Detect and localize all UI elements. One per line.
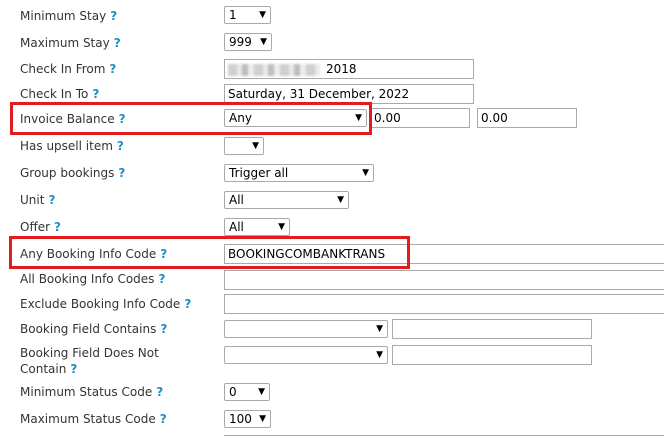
- help-icon[interactable]: ?: [109, 62, 116, 76]
- check-in-to-label: Check In To?: [20, 87, 100, 101]
- dropdown-arrow-icon: ▼: [259, 414, 266, 424]
- help-icon[interactable]: ?: [118, 166, 125, 180]
- has-upsell-item-select[interactable]: ▼: [224, 137, 264, 155]
- help-icon[interactable]: ?: [117, 139, 124, 153]
- check-in-from-label: Check In From?: [20, 62, 117, 76]
- help-icon[interactable]: ?: [160, 322, 167, 336]
- minimum-stay-select[interactable]: 1 ▼: [224, 6, 271, 24]
- minimum-status-code-select[interactable]: 0 ▼: [224, 383, 270, 401]
- invoice-balance-select[interactable]: Any ▼: [224, 109, 367, 127]
- exclude-booking-info-code-input[interactable]: [224, 294, 664, 314]
- help-icon[interactable]: ?: [119, 112, 126, 126]
- unit-select[interactable]: All ▼: [224, 191, 349, 209]
- invoice-balance-max-input[interactable]: 0.00: [477, 108, 577, 128]
- invoice-balance-label: Invoice Balance?: [20, 112, 126, 126]
- has-upsell-item-label: Has upsell item?: [20, 139, 124, 153]
- invoice-balance-min-input[interactable]: 0.00: [370, 108, 470, 128]
- booking-field-contains-select[interactable]: ▼: [224, 320, 388, 338]
- dropdown-arrow-icon: ▼: [355, 113, 362, 123]
- help-icon[interactable]: ?: [114, 36, 121, 50]
- help-icon[interactable]: ?: [48, 193, 55, 207]
- maximum-stay-select[interactable]: 999 ▼: [224, 33, 272, 51]
- exclude-booking-info-code-label: Exclude Booking Info Code?: [20, 297, 192, 311]
- help-icon[interactable]: ?: [54, 220, 61, 234]
- booking-field-does-not-contain-input[interactable]: [392, 345, 592, 365]
- dropdown-arrow-icon: ▼: [278, 222, 285, 232]
- all-booking-info-codes-label: All Booking Info Codes?: [20, 272, 166, 286]
- minimum-status-code-label: Minimum Status Code?: [20, 385, 164, 399]
- maximum-status-code-label: Maximum Status Code?: [20, 412, 167, 426]
- maximum-status-code-select[interactable]: 100 ▼: [224, 410, 271, 428]
- offer-select[interactable]: All ▼: [224, 218, 290, 236]
- help-icon[interactable]: ?: [160, 247, 167, 261]
- check-in-to-input[interactable]: Saturday, 31 December, 2022: [224, 84, 474, 104]
- all-booking-info-codes-input[interactable]: [224, 270, 664, 290]
- offer-label: Offer?: [20, 220, 61, 234]
- help-icon[interactable]: ?: [184, 297, 191, 311]
- group-bookings-select[interactable]: Trigger all ▼: [224, 164, 374, 182]
- dropdown-arrow-icon: ▼: [376, 350, 383, 360]
- booking-field-does-not-contain-label: Booking Field Does Not Contain?: [20, 346, 159, 376]
- help-icon[interactable]: ?: [156, 385, 163, 399]
- booking-field-does-not-contain-select[interactable]: ▼: [224, 346, 388, 364]
- booking-field-contains-input[interactable]: [392, 319, 592, 339]
- help-icon[interactable]: ?: [158, 272, 165, 286]
- dropdown-arrow-icon: ▼: [252, 141, 259, 151]
- any-booking-info-code-input[interactable]: BOOKINGCOMBANKTRANS: [224, 244, 664, 264]
- maximum-stay-label: Maximum Stay?: [20, 36, 121, 50]
- help-icon[interactable]: ?: [160, 412, 167, 426]
- dropdown-arrow-icon: ▼: [362, 168, 369, 178]
- group-bookings-label: Group bookings?: [20, 166, 126, 180]
- dropdown-arrow-icon: ▼: [260, 37, 267, 47]
- unit-label: Unit?: [20, 193, 56, 207]
- any-booking-info-code-label: Any Booking Info Code?: [20, 247, 168, 261]
- redacted-text: [228, 63, 320, 76]
- dropdown-arrow-icon: ▼: [258, 387, 265, 397]
- booking-field-contains-label: Booking Field Contains?: [20, 322, 168, 336]
- check-in-from-input[interactable]: 2018: [224, 59, 474, 79]
- help-icon[interactable]: ?: [70, 362, 77, 376]
- filter-form: Minimum Stay? 1 ▼ Maximum Stay? 999 ▼ Chec…: [0, 0, 664, 438]
- minimum-stay-label: Minimum Stay?: [20, 9, 118, 23]
- help-icon[interactable]: ?: [110, 9, 117, 23]
- dropdown-arrow-icon: ▼: [376, 324, 383, 334]
- dropdown-arrow-icon: ▼: [259, 10, 266, 20]
- dropdown-arrow-icon: ▼: [337, 195, 344, 205]
- help-icon[interactable]: ?: [92, 87, 99, 101]
